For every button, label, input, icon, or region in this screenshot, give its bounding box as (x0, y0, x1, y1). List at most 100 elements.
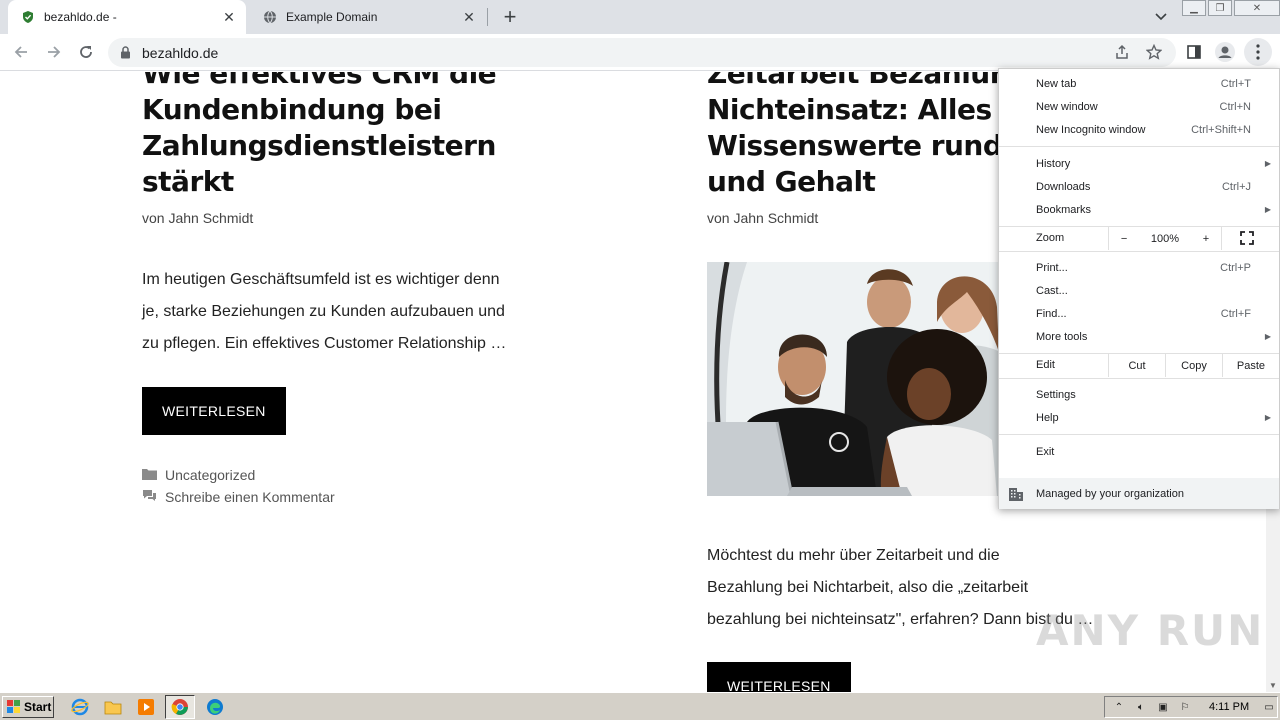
zoom-out-button[interactable]: − (1121, 233, 1127, 245)
tab-title: bezahldo.de - (44, 10, 117, 24)
excerpt-line: je, starke Beziehungen zu Kunden aufzuba… (142, 303, 505, 320)
cut-button[interactable]: Cut (1108, 354, 1165, 377)
read-more-button[interactable]: WEITERLESEN (707, 662, 851, 692)
menu-item-history[interactable]: History ▶ (999, 152, 1279, 175)
menu-separator (999, 146, 1279, 147)
managed-by-organization[interactable]: Managed by your organization (999, 478, 1279, 509)
post-meta: Uncategorized Schreibe einen Kommentar (142, 464, 562, 508)
back-arrow-icon[interactable] (9, 40, 33, 64)
show-desktop-icon[interactable]: ▭ (1261, 700, 1277, 714)
menu-item-label: New tab (1036, 77, 1077, 90)
menu-edit-row: Edit Cut Copy Paste (999, 354, 1279, 377)
menu-item-settings[interactable]: Settings (999, 383, 1279, 406)
minimize-window-button[interactable]: ▁ (1182, 0, 1206, 16)
menu-item-label: Print... (1036, 261, 1068, 274)
menu-item-label: Settings (1036, 388, 1076, 401)
tab-search-chevron-icon[interactable] (1150, 6, 1172, 28)
managed-label: Managed by your organization (1036, 487, 1184, 500)
close-window-button[interactable]: ✕ (1234, 0, 1280, 16)
restore-window-button[interactable]: ❐ (1208, 0, 1232, 16)
submenu-arrow-icon: ▶ (1264, 413, 1271, 422)
edge-icon[interactable] (205, 697, 225, 717)
menu-item-label: New Incognito window (1036, 123, 1146, 136)
fullscreen-icon[interactable] (1239, 230, 1255, 246)
excerpt-line: Möchtest du mehr über Zeitarbeit und die (707, 547, 1000, 564)
tab-strip: bezahldo.de - ✕ Example Domain ✕ + ▁ ❐ ✕ (0, 0, 1280, 34)
action-center-flag-icon[interactable]: ⚐ (1177, 700, 1193, 714)
address-bar[interactable]: bezahldo.de (108, 38, 1176, 67)
profile-avatar-icon[interactable] (1213, 40, 1237, 64)
network-icon[interactable]: ▣ (1155, 700, 1171, 714)
author-link[interactable]: Jahn Schmidt (168, 210, 253, 226)
menu-item-shortcut: Ctrl+Shift+N (1191, 123, 1251, 136)
globe-favicon-icon (262, 9, 278, 25)
comment-icon (142, 486, 157, 508)
share-icon[interactable] (1111, 41, 1133, 63)
clock[interactable]: 4:11 PM (1209, 701, 1249, 713)
menu-item-new-incognito[interactable]: New Incognito window Ctrl+Shift+N (999, 118, 1279, 141)
menu-item-bookmarks[interactable]: Bookmarks ▶ (999, 198, 1279, 221)
menu-item-label: New window (1036, 100, 1098, 113)
zoom-in-button[interactable]: + (1203, 233, 1209, 245)
forward-arrow-icon[interactable] (42, 40, 66, 64)
author-link[interactable]: Jahn Schmidt (733, 210, 818, 226)
internet-explorer-icon[interactable] (70, 697, 90, 717)
menu-item-print[interactable]: Print... Ctrl+P (999, 256, 1279, 279)
windows-taskbar: Start ⌃ 🔈︎ ▣ ⚐ 4:11 PM ▭ (0, 692, 1280, 720)
reload-icon[interactable] (74, 40, 98, 64)
chrome-taskbar-icon[interactable] (165, 695, 195, 719)
excerpt-line: Im heutigen Geschäftsumfeld ist es wicht… (142, 271, 500, 288)
chrome-menu: New tab Ctrl+T New window Ctrl+N New Inc… (998, 68, 1280, 509)
post-title-line: stärkt (142, 165, 234, 198)
menu-item-shortcut: Ctrl+T (1220, 77, 1251, 90)
media-player-icon[interactable] (136, 697, 156, 717)
scroll-down-arrow-icon[interactable]: ▼ (1266, 678, 1280, 692)
menu-separator (999, 378, 1279, 379)
read-more-button[interactable]: WEITERLESEN (142, 387, 286, 435)
submenu-arrow-icon: ▶ (1264, 332, 1271, 341)
menu-item-downloads[interactable]: Downloads Ctrl+J (999, 175, 1279, 198)
side-panel-icon[interactable] (1182, 40, 1206, 64)
menu-zoom-row: Zoom − 100% + (999, 227, 1279, 250)
system-tray: ⌃ 🔈︎ ▣ ⚐ 4:11 PM ▭ (1104, 696, 1278, 718)
menu-item-label: Exit (1036, 445, 1055, 458)
comment-link[interactable]: Schreibe einen Kommentar (165, 486, 335, 508)
bookmark-star-icon[interactable] (1143, 41, 1165, 63)
tab-title: Example Domain (286, 10, 378, 24)
menu-item-label: More tools (1036, 330, 1088, 343)
paste-button[interactable]: Paste (1222, 354, 1279, 377)
menu-item-new-tab[interactable]: New tab Ctrl+T (999, 72, 1279, 95)
chrome-menu-button[interactable] (1244, 38, 1272, 66)
menu-item-help[interactable]: Help ▶ (999, 406, 1279, 429)
menu-item-exit[interactable]: Exit (999, 440, 1279, 463)
close-tab-icon[interactable]: ✕ (460, 8, 478, 26)
zoom-controls: − 100% + (1108, 227, 1222, 250)
file-explorer-icon[interactable] (103, 697, 123, 717)
menu-item-label: History (1036, 157, 1071, 170)
close-tab-icon[interactable]: ✕ (220, 8, 238, 26)
tray-expand-icon[interactable]: ⌃ (1111, 700, 1127, 714)
menu-item-more-tools[interactable]: More tools ▶ (999, 325, 1279, 348)
menu-item-cast[interactable]: Cast... (999, 279, 1279, 302)
category-link[interactable]: Uncategorized (165, 464, 255, 486)
menu-item-label: Help (1036, 411, 1059, 424)
tab-example-domain[interactable]: Example Domain ✕ (250, 0, 486, 34)
post-excerpt: Im heutigen Geschäftsumfeld ist es wicht… (142, 264, 562, 360)
volume-icon[interactable]: 🔈︎ (1133, 700, 1149, 714)
post-featured-image[interactable] (707, 262, 1007, 496)
menu-item-new-window[interactable]: New window Ctrl+N (999, 95, 1279, 118)
excerpt-line: Bezahlung bei Nichtarbeit, also die „zei… (707, 579, 1029, 596)
post-title-line: Zahlungsdienstleistern (142, 129, 496, 162)
start-button[interactable]: Start (2, 696, 54, 718)
tab-bezahldo[interactable]: bezahldo.de - ✕ (8, 0, 246, 34)
building-icon (1008, 486, 1024, 502)
submenu-arrow-icon: ▶ (1264, 159, 1271, 168)
new-tab-button[interactable]: + (498, 4, 522, 29)
menu-item-shortcut: Ctrl+P (1220, 261, 1251, 274)
menu-item-find[interactable]: Find... Ctrl+F (999, 302, 1279, 325)
copy-button[interactable]: Copy (1165, 354, 1222, 377)
post-title[interactable]: Wie effektives CRM die Kundenbindung bei… (142, 72, 562, 200)
url-text: bezahldo.de (142, 44, 219, 61)
lock-icon[interactable] (120, 46, 132, 60)
zoom-label: Zoom (1036, 232, 1065, 244)
